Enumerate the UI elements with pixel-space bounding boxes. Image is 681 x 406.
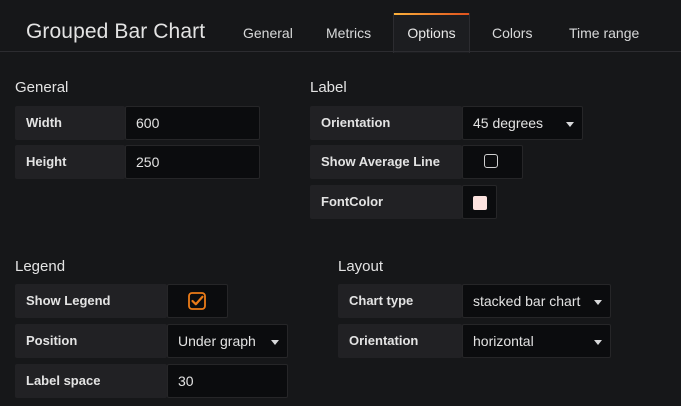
panel-title: Grouped Bar Chart	[26, 20, 206, 43]
label-space-label: Label space	[15, 364, 167, 398]
legend-position-label: Position	[15, 324, 167, 358]
label-orientation-select[interactable]: 45 degrees	[462, 106, 583, 140]
tab-colors[interactable]: Colors	[492, 25, 532, 41]
width-input[interactable]: 600	[125, 106, 260, 140]
label-orientation-label: Orientation	[310, 106, 462, 140]
chart-type-label: Chart type	[338, 284, 462, 318]
layout-orientation-value: horizontal	[473, 333, 534, 349]
color-swatch	[473, 196, 487, 210]
label-space-input[interactable]: 30	[167, 364, 288, 398]
checkbox-unchecked-icon	[484, 154, 498, 168]
active-tab-indicator	[394, 13, 469, 15]
show-legend-label: Show Legend	[15, 284, 167, 318]
font-color-picker[interactable]	[462, 185, 497, 219]
legend-position-value: Under graph	[178, 333, 256, 349]
legend-position-select[interactable]: Under graph	[167, 324, 288, 358]
show-legend-toggle[interactable]	[167, 284, 228, 318]
chart-type-value: stacked bar chart	[473, 293, 581, 309]
width-label: Width	[15, 106, 125, 140]
tab-options[interactable]: Options	[393, 13, 470, 53]
tab-options-label: Options	[407, 25, 456, 41]
height-input[interactable]: 250	[125, 145, 260, 179]
chevron-down-icon	[594, 300, 602, 305]
label-orientation-value: 45 degrees	[473, 115, 544, 131]
editor-header: Grouped Bar Chart General Metrics Option…	[0, 0, 681, 53]
layout-orientation-select[interactable]: horizontal	[462, 324, 611, 358]
header-divider	[0, 51, 681, 52]
layout-orientation-label: Orientation	[338, 324, 462, 358]
font-color-label: FontColor	[310, 185, 462, 219]
show-average-line-toggle[interactable]	[462, 145, 523, 179]
layout-heading: Layout	[338, 258, 384, 275]
chevron-down-icon	[594, 340, 602, 345]
chevron-down-icon	[566, 122, 574, 127]
chart-type-select[interactable]: stacked bar chart	[462, 284, 611, 318]
tab-general[interactable]: General	[243, 25, 293, 41]
legend-heading: Legend	[15, 258, 66, 275]
tab-metrics[interactable]: Metrics	[326, 25, 371, 41]
height-label: Height	[15, 145, 125, 179]
general-heading: General	[15, 79, 69, 96]
tab-time-range[interactable]: Time range	[569, 25, 639, 41]
chevron-down-icon	[271, 340, 279, 345]
label-heading: Label	[310, 79, 347, 96]
show-average-line-label: Show Average Line	[310, 145, 462, 179]
checkbox-checked-icon	[188, 292, 206, 310]
